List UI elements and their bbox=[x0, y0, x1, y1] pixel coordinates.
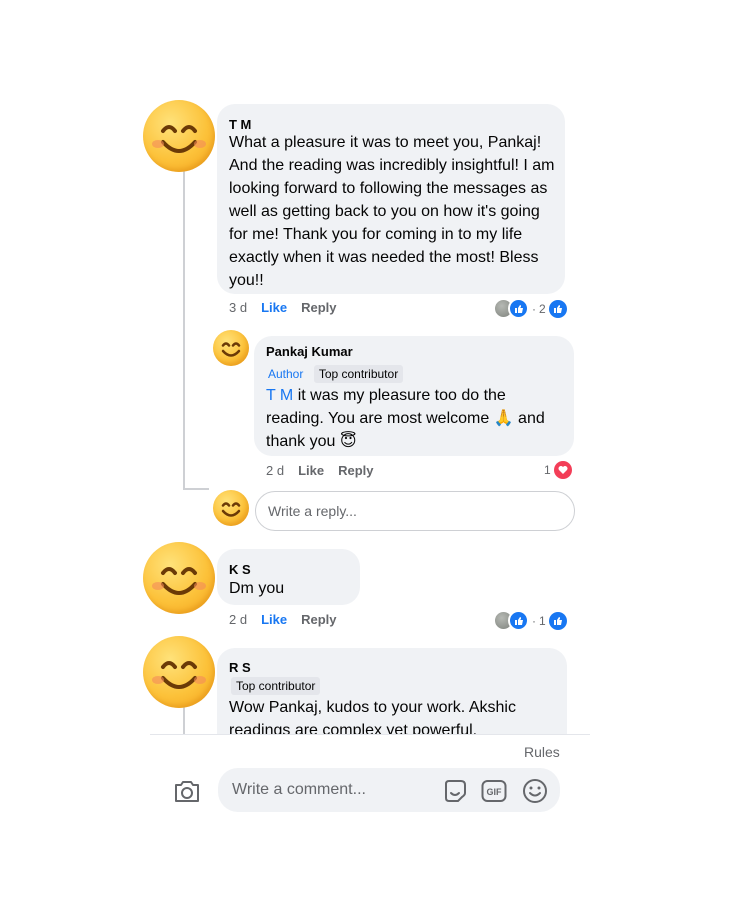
reply-actions: 2 d Like Reply bbox=[266, 463, 374, 478]
comment-time[interactable]: 2 d bbox=[229, 612, 247, 627]
comment-actions: 2 d Like Reply bbox=[229, 612, 337, 627]
reaction-count: 2 bbox=[539, 301, 546, 316]
comment-time[interactable]: 3 d bbox=[229, 300, 247, 315]
top-contributor-badge: Top contributor bbox=[313, 365, 404, 383]
reply-text: T M it was my pleasure too do the readin… bbox=[266, 387, 545, 450]
smile-emoji-icon bbox=[152, 567, 206, 595]
like-button[interactable]: Like bbox=[261, 300, 287, 315]
reply-button[interactable]: Reply bbox=[301, 612, 336, 627]
smile-emoji-icon bbox=[152, 125, 206, 153]
comment-clip: R S Top contributor Wow Pankaj, kudos to… bbox=[217, 648, 569, 734]
rules-link[interactable]: Rules bbox=[524, 744, 560, 760]
avatar[interactable] bbox=[143, 100, 215, 172]
reaction-summary[interactable]: 1 bbox=[544, 461, 572, 479]
avatar[interactable] bbox=[143, 636, 215, 708]
thread-line-curve bbox=[183, 488, 209, 490]
reply-author[interactable]: Pankaj Kumar bbox=[266, 344, 353, 360]
smile-emoji-icon bbox=[221, 342, 241, 357]
author-tag: Author bbox=[268, 367, 304, 381]
smile-emoji-icon bbox=[221, 502, 241, 517]
emoji-icon[interactable] bbox=[522, 778, 548, 804]
thread-line bbox=[183, 705, 185, 735]
divider bbox=[150, 734, 590, 735]
comment-text: What a pleasure it was to meet you, Pank… bbox=[229, 134, 555, 289]
like-button[interactable]: Like bbox=[261, 612, 287, 627]
sticker-icon[interactable] bbox=[442, 778, 468, 804]
comment-bubble: K S Dm you bbox=[217, 549, 360, 605]
write-reply-input[interactable]: Write a reply... bbox=[255, 491, 575, 531]
reaction-count: 1 bbox=[539, 613, 546, 628]
mention-link[interactable]: T M bbox=[266, 387, 293, 404]
camera-icon[interactable] bbox=[173, 778, 201, 804]
like-reaction-icon bbox=[508, 610, 529, 631]
top-contributor-badge: Top contributor bbox=[231, 677, 321, 695]
like-count-icon bbox=[548, 299, 567, 318]
comment-actions: 3 d Like Reply bbox=[229, 300, 337, 315]
gif-icon[interactable]: GIF bbox=[481, 779, 507, 803]
reply-time[interactable]: 2 d bbox=[266, 463, 284, 478]
like-button[interactable]: Like bbox=[298, 463, 324, 478]
reply-button[interactable]: Reply bbox=[301, 300, 336, 315]
comment-input[interactable]: Write a comment... bbox=[218, 768, 560, 812]
comment-bubble: T M What a pleasure it was to meet you, … bbox=[217, 104, 565, 294]
heart-reaction-icon bbox=[553, 461, 572, 479]
like-reaction-icon bbox=[508, 298, 529, 319]
avatar[interactable] bbox=[143, 542, 215, 614]
like-count-icon bbox=[548, 611, 567, 630]
reply-button[interactable]: Reply bbox=[338, 463, 373, 478]
reaction-count: 1 bbox=[544, 463, 551, 477]
reaction-summary[interactable]: · 2 bbox=[493, 298, 567, 319]
avatar[interactable] bbox=[213, 330, 249, 366]
comment-bubble: R S Top contributor Wow Pankaj, kudos to… bbox=[217, 648, 567, 734]
reply-bubble: Pankaj Kumar Author Top contributor T M … bbox=[254, 336, 574, 456]
reaction-summary[interactable]: · 1 bbox=[493, 610, 567, 631]
comment-text: Wow Pankaj, kudos to your work. Akshic r… bbox=[229, 699, 516, 734]
comment-text: Dm you bbox=[229, 580, 285, 597]
svg-text:GIF: GIF bbox=[487, 787, 503, 797]
smile-emoji-icon bbox=[152, 661, 206, 689]
thread-line bbox=[183, 168, 185, 490]
avatar bbox=[213, 490, 249, 526]
